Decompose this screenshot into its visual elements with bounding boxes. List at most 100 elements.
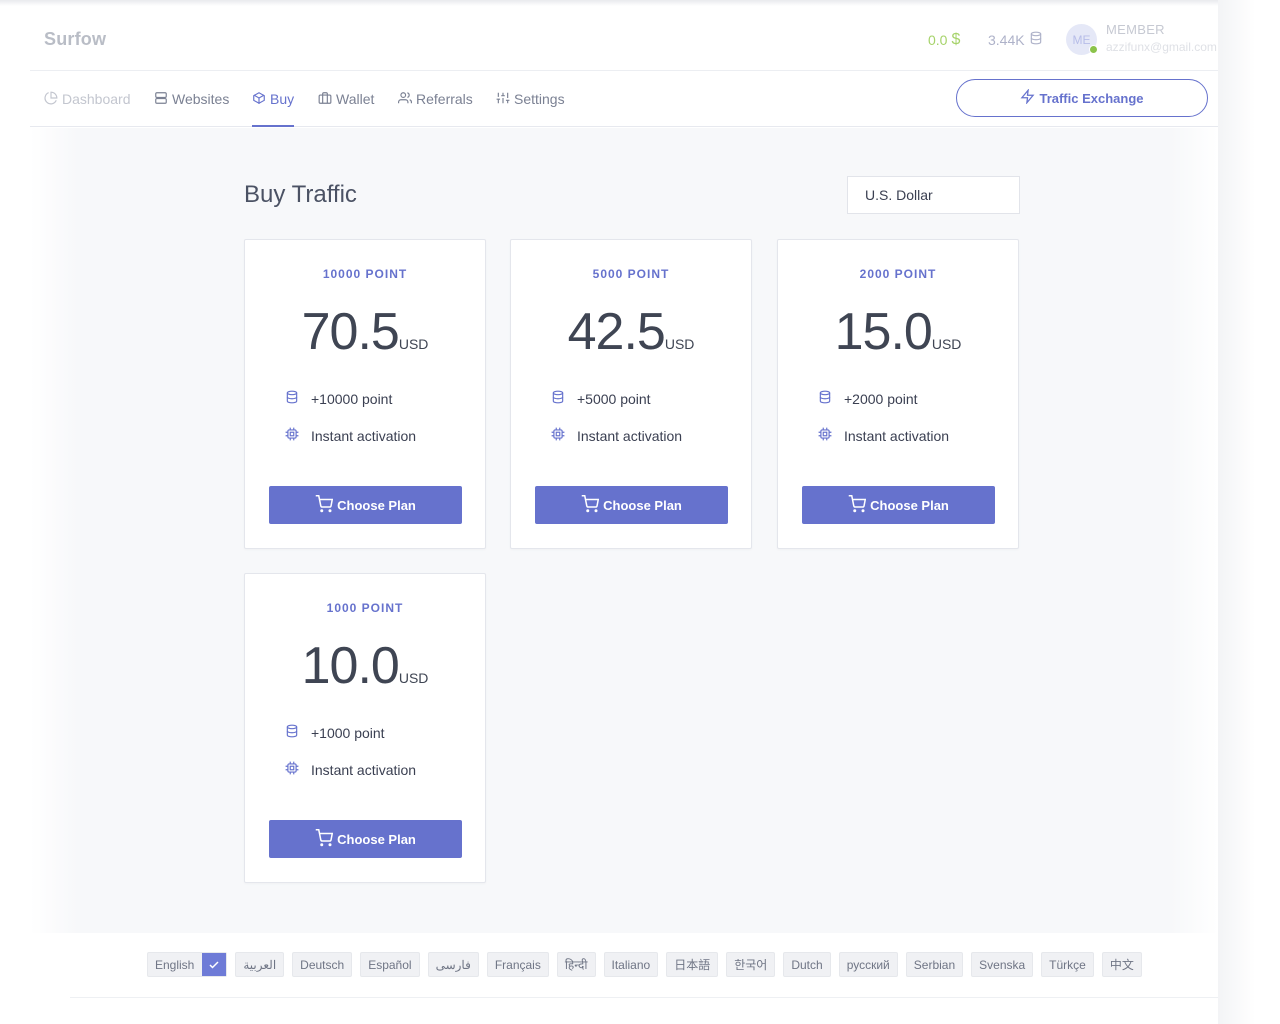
feature-activation: Instant activation <box>818 427 949 444</box>
language-option-russian[interactable]: русский <box>838 952 898 977</box>
cpu-icon <box>285 427 299 444</box>
page-title: Buy Traffic <box>244 181 357 208</box>
price-unit: USD <box>398 336 429 352</box>
nav-item-dashboard[interactable]: Dashboard <box>44 71 131 127</box>
language-option-hindi[interactable]: हिन्दी <box>556 952 596 977</box>
nav-label: Referrals <box>416 91 473 107</box>
currency-select[interactable]: U.S. Dollar <box>847 176 1020 214</box>
language-label: English <box>155 957 195 972</box>
nav-item-buy[interactable]: Buy <box>252 71 295 127</box>
cpu-icon <box>285 761 299 778</box>
language-option-japanese[interactable]: 日本語 <box>666 952 719 977</box>
nav-item-websites[interactable]: Websites <box>154 71 229 127</box>
feature-activation: Instant activation <box>551 427 682 444</box>
traffic-exchange-label: Traffic Exchange <box>1039 90 1144 106</box>
language-option-turkish[interactable]: Türkçe <box>1041 952 1094 977</box>
pie-chart-icon <box>44 91 58 108</box>
plan-card: 10000 POINT 70.5USD +10000 point Instant… <box>244 239 486 549</box>
language-option-chinese[interactable]: 中文 <box>1101 952 1142 977</box>
database-icon <box>818 390 832 407</box>
plan-name: 2000 POINT <box>859 267 937 281</box>
balance-display[interactable]: 0.0 $ <box>928 31 960 49</box>
nav-item-settings[interactable]: Settings <box>496 71 565 127</box>
nav-label: Dashboard <box>62 91 131 107</box>
plan-price: 42.5USD <box>511 302 751 362</box>
right-edge-shadow <box>1218 0 1280 1024</box>
dollar-icon: $ <box>951 31 961 48</box>
member-email: azzifunx@gmail.com <box>1106 40 1217 54</box>
brand-logo[interactable]: Surfow <box>44 29 106 50</box>
feature-label: +5000 point <box>577 390 651 407</box>
database-icon <box>1029 31 1043 48</box>
plan-price: 15.0USD <box>778 302 1018 362</box>
plan-card: 2000 POINT 15.0USD +2000 point Instant a… <box>777 239 1019 549</box>
database-icon <box>285 390 299 407</box>
feature-activation: Instant activation <box>285 427 416 444</box>
feature-points: +10000 point <box>285 390 392 407</box>
price-amount: 15.0 <box>834 303 933 361</box>
language-option-spanish[interactable]: Español <box>360 952 420 977</box>
points-display[interactable]: 3.44K <box>988 31 1043 48</box>
plan-price: 10.0USD <box>245 636 485 696</box>
language-list: English العربية Deutsch Español فارسی Fr… <box>147 952 1142 977</box>
choose-plan-button[interactable]: Choose Plan <box>269 486 462 524</box>
top-header: Surfow 0.0 $ 3.44K ME MEMBER azzifunx@gm… <box>30 6 1218 71</box>
feature-points: +2000 point <box>818 390 918 407</box>
language-option-dutch[interactable]: Dutch <box>783 952 831 977</box>
main-navigation: Dashboard Websites Buy Wallet Referrals … <box>30 71 1218 127</box>
choose-plan-button[interactable]: Choose Plan <box>535 486 728 524</box>
language-option-french[interactable]: Français <box>486 952 549 977</box>
server-icon <box>154 91 168 108</box>
language-option-arabic[interactable]: العربية <box>235 952 285 977</box>
plan-name: 10000 POINT <box>322 267 408 281</box>
language-option-swedish[interactable]: Svenska <box>971 952 1034 977</box>
language-option-serbian[interactable]: Serbian <box>905 952 964 977</box>
feature-label: +10000 point <box>311 390 393 407</box>
plan-price: 70.5USD <box>245 302 485 362</box>
online-status-dot <box>1089 45 1098 54</box>
feature-label: Instant activation <box>311 761 417 778</box>
feature-label: +1000 point <box>311 724 385 741</box>
member-role: MEMBER <box>1106 22 1165 37</box>
plan-name: 1000 POINT <box>326 601 404 615</box>
feature-label: Instant activation <box>844 427 950 444</box>
language-option-english[interactable]: English <box>147 952 228 977</box>
choose-plan-button[interactable]: Choose Plan <box>802 486 995 524</box>
feature-label: Instant activation <box>311 427 417 444</box>
choose-plan-label: Choose Plan <box>337 831 416 847</box>
price-amount: 70.5 <box>301 303 400 361</box>
choose-plan-button[interactable]: Choose Plan <box>269 820 462 858</box>
database-icon <box>285 724 299 741</box>
balance-value: 0.0 <box>928 32 948 48</box>
plan-card: 1000 POINT 10.0USD +1000 point Instant a… <box>244 573 486 883</box>
briefcase-icon <box>318 91 332 108</box>
plan-card: 5000 POINT 42.5USD +5000 point Instant a… <box>510 239 752 549</box>
nav-label: Buy <box>270 91 295 107</box>
cart-icon <box>581 494 600 516</box>
price-unit: USD <box>398 670 429 686</box>
feature-label: +2000 point <box>844 390 918 407</box>
traffic-exchange-button[interactable]: Traffic Exchange <box>956 79 1208 117</box>
language-option-korean[interactable]: 한국어 <box>726 952 776 977</box>
language-option-german[interactable]: Deutsch <box>292 952 353 977</box>
feature-points: +1000 point <box>285 724 385 741</box>
choose-plan-label: Choose Plan <box>603 497 682 513</box>
points-value: 3.44K <box>988 31 1025 48</box>
price-unit: USD <box>931 336 962 352</box>
lightning-icon <box>1020 88 1035 107</box>
language-option-persian[interactable]: فارسی <box>427 952 479 977</box>
choose-plan-label: Choose Plan <box>337 497 416 513</box>
cpu-icon <box>551 427 565 444</box>
choose-plan-label: Choose Plan <box>870 497 949 513</box>
avatar[interactable]: ME <box>1066 24 1098 55</box>
price-amount: 10.0 <box>301 637 400 695</box>
nav-item-wallet[interactable]: Wallet <box>318 71 374 127</box>
nav-item-referrals[interactable]: Referrals <box>398 71 473 127</box>
language-option-italian[interactable]: Italiano <box>603 952 659 977</box>
price-unit: USD <box>664 336 695 352</box>
feature-points: +5000 point <box>551 390 651 407</box>
check-icon <box>202 953 227 976</box>
avatar-initials: ME <box>1072 32 1091 47</box>
users-icon <box>398 91 413 108</box>
nav-label: Settings <box>514 91 565 107</box>
